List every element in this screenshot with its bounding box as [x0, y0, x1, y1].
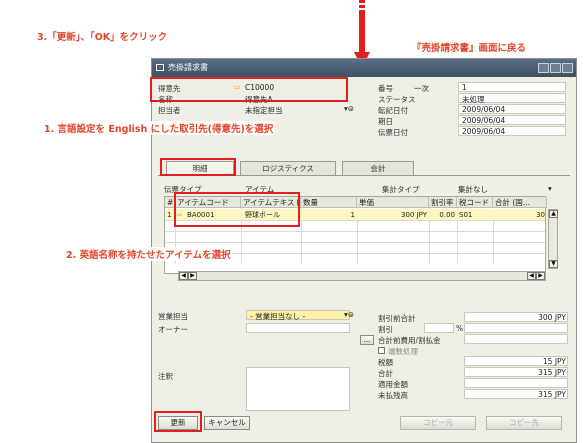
summary-dropdown-icon[interactable]: ▾ [548, 184, 552, 193]
tab-label: 会計 [370, 164, 386, 173]
maximize-icon[interactable] [550, 63, 561, 73]
tab-label: ロジスティクス [262, 164, 314, 173]
balance-value: 315 JPY [538, 390, 566, 399]
applied-amount-label: 適用金額 [378, 380, 408, 389]
copy-from-button[interactable]: コピー元 [400, 416, 476, 430]
number-series[interactable]: 一次 [414, 83, 429, 94]
window-controls [537, 62, 573, 80]
highlight-customer [150, 77, 348, 102]
discount-label: 割引 [378, 325, 393, 334]
row-discount[interactable]: 0.00 [431, 210, 455, 220]
row-total[interactable]: 30 [495, 210, 545, 220]
remarks-textarea[interactable] [246, 367, 350, 411]
close-icon[interactable] [562, 63, 573, 73]
row-tax-code[interactable]: S01 [459, 210, 491, 220]
sales-rep-dropdown-icon[interactable]: ▾⊜ [344, 310, 354, 319]
sales-rep-label: 営業担当 [158, 312, 188, 321]
owner-label: オーナー [158, 325, 188, 334]
rounding-label: 端数処理 [388, 347, 418, 356]
rounding-checkbox[interactable] [378, 347, 385, 354]
doc-date-label: 伝票日付 [378, 128, 408, 137]
scroll-up-icon[interactable]: ▲ [549, 210, 558, 218]
balance-label: 未払残高 [378, 391, 408, 400]
posting-date-label: 転記日付 [378, 106, 408, 115]
discount-pct-label: % [456, 324, 464, 333]
window-title: 売掛請求書 [168, 63, 208, 72]
annotation-step2: 2. 英語名称を持たせたアイテムを選択 [64, 247, 233, 261]
scroll-down-icon[interactable]: ▼ [549, 260, 558, 268]
grid-vertical-scrollbar[interactable]: ▲ ▼ [548, 209, 558, 269]
tax-label: 税額 [378, 358, 393, 367]
document-icon [156, 64, 164, 71]
status-label: ステータス [378, 95, 416, 104]
grid-horizontal-scrollbar[interactable]: ◀ ▶ ◀ ▶ [178, 271, 546, 281]
remarks-label: 注釈 [158, 372, 173, 381]
contact-dropdown-icon[interactable]: ▾⊜ [344, 104, 354, 113]
annotation-step3: 3.「更新」、「OK」をクリック [37, 32, 168, 43]
cancel-button[interactable]: キャンセル [204, 416, 250, 430]
total-value: 315 JPY [538, 368, 566, 377]
scroll-right-icon[interactable]: ▶ [188, 272, 197, 280]
freight-expand-button[interactable]: … [360, 335, 374, 345]
minimize-icon[interactable] [538, 63, 549, 73]
row-price[interactable]: 300 JPY [359, 210, 427, 220]
column-header-tax-code[interactable]: 税コード [457, 197, 493, 208]
column-header-qty[interactable]: 数量 [301, 197, 357, 208]
pre-discount-label: 割引前合計 [378, 314, 416, 323]
due-date-label: 期日 [378, 117, 393, 126]
posting-date-value[interactable]: 2009/06/04 [462, 105, 505, 114]
annotation-step1: 1. 言語設定を English にした取引先(得意先)を選択 [42, 121, 276, 135]
column-header-price[interactable]: 単価 [357, 197, 429, 208]
due-date-value[interactable]: 2009/06/04 [462, 116, 505, 125]
sales-rep-value[interactable]: - 営業担当なし - [250, 311, 305, 322]
column-header-total[interactable]: 合計 (国... [493, 197, 547, 208]
number-label: 番号 [378, 84, 393, 93]
tab-logistics[interactable]: ロジスティクス [240, 161, 336, 175]
row-qty[interactable]: 1 [303, 210, 355, 220]
tab-accounting[interactable]: 会計 [342, 161, 414, 175]
doc-date-value[interactable]: 2009/06/04 [462, 127, 505, 136]
summary-type-label: 集計タイプ [382, 185, 420, 194]
contact-label: 担当者 [158, 106, 181, 115]
annotation-back: 『売掛請求書』画面に戻る [412, 43, 527, 54]
title-bar: 売掛請求書 [152, 59, 576, 77]
number-value[interactable]: 1 [462, 83, 467, 92]
total-label: 合計 [378, 369, 393, 378]
scroll-right-end-icon[interactable]: ▶ [536, 272, 545, 280]
highlight-update [154, 411, 202, 432]
pre-discount-value: 300 JPY [538, 313, 566, 322]
scroll-left-icon[interactable]: ◀ [179, 272, 188, 280]
summary-type-value[interactable]: 集計なし [458, 184, 488, 195]
scroll-left-end-icon[interactable]: ◀ [527, 272, 536, 280]
highlight-item [174, 192, 300, 227]
column-header-discount[interactable]: 割引率 [429, 197, 457, 208]
freight-label: 合計前費用/割払金 [378, 336, 441, 345]
highlight-details-tab [160, 158, 236, 176]
contact-value[interactable]: 未指定担当 [245, 105, 283, 116]
copy-to-button[interactable]: コピー先 [486, 416, 562, 430]
tax-value: 15 JPY [542, 357, 566, 366]
